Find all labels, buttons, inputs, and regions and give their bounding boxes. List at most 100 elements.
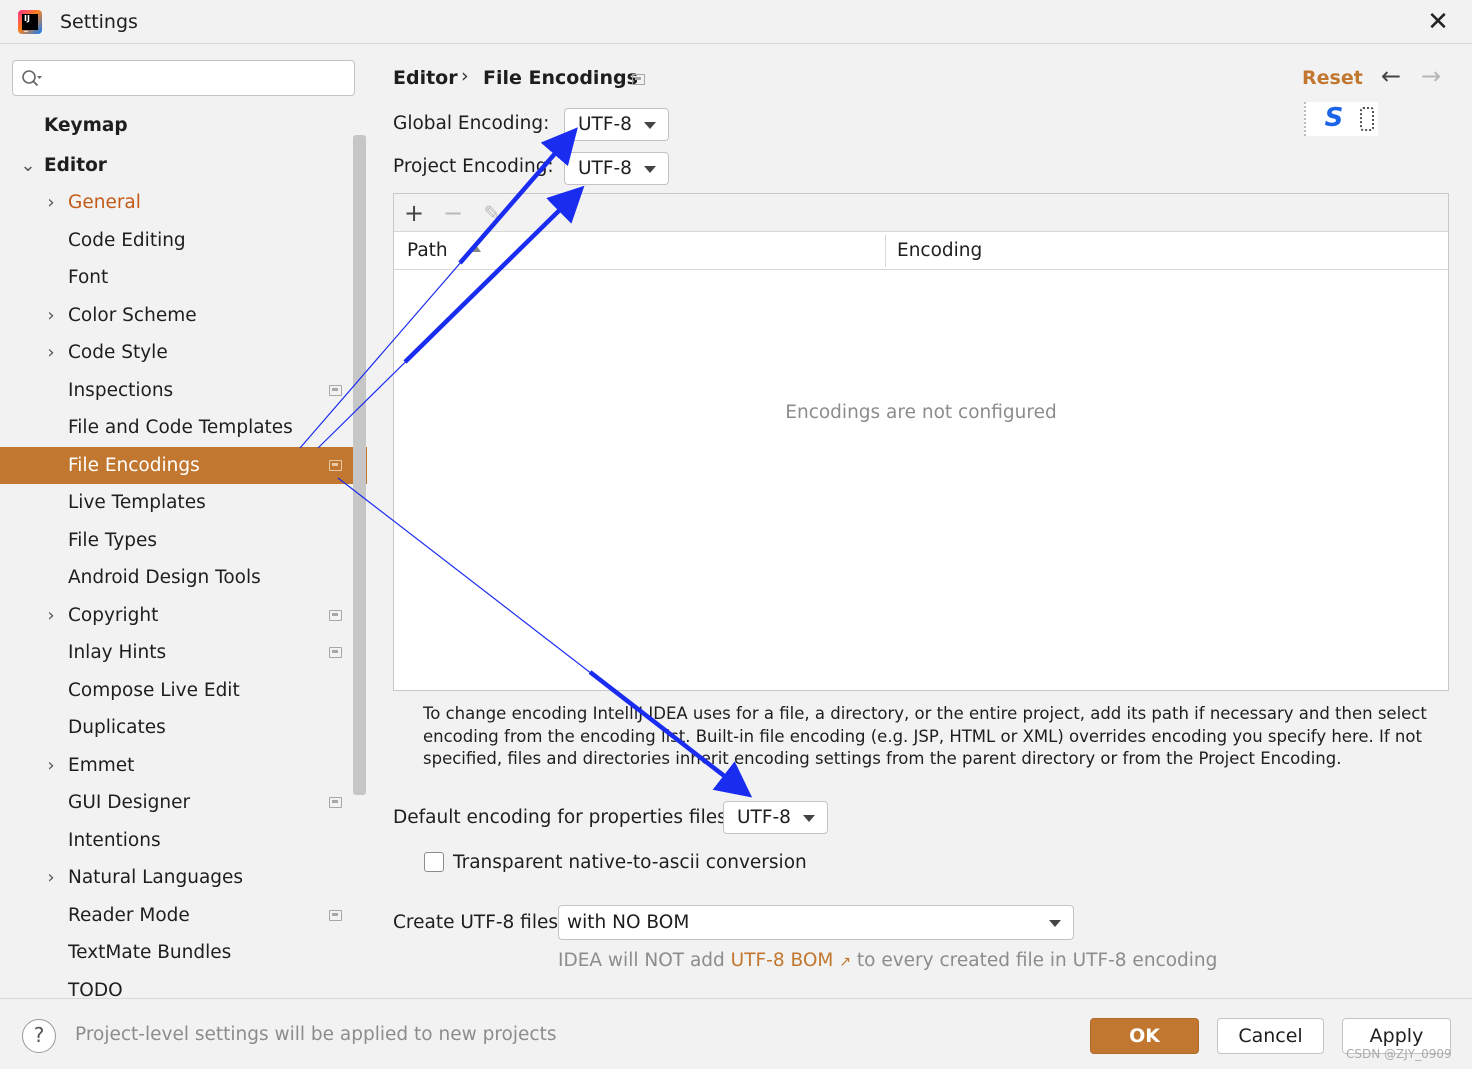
plus-icon[interactable]: + (400, 198, 428, 228)
properties-encoding-label: Default encoding for properties files: (393, 807, 733, 828)
sort-ascending-icon (471, 245, 481, 252)
sidebar-item-font[interactable]: Font (0, 259, 367, 296)
native-to-ascii-label[interactable]: Transparent native-to-ascii conversion (453, 852, 807, 873)
chevron-right-icon[interactable]: › (41, 747, 61, 784)
ime-toolbar[interactable]: S (1304, 102, 1378, 136)
sidebar-item-label: Live Templates (68, 492, 206, 513)
create-utf8-value: with NO BOM (567, 912, 690, 933)
sidebar-item-code-style[interactable]: › Code Style (0, 334, 367, 371)
reset-link[interactable]: Reset (1302, 67, 1363, 89)
project-encoding-select[interactable]: UTF-8 (564, 152, 669, 185)
project-scope-icon (329, 797, 342, 808)
sidebar-item-live-templates[interactable]: Live Templates (0, 484, 367, 521)
global-encoding-select[interactable]: UTF-8 (564, 108, 669, 141)
column-header-label: Path (407, 240, 448, 261)
cancel-button[interactable]: Cancel (1217, 1018, 1324, 1054)
sidebar-item-label: File Types (68, 530, 157, 551)
sidebar-item-label: Color Scheme (68, 305, 197, 326)
sidebar-item-label: File and Code Templates (68, 417, 293, 438)
chevron-right-icon[interactable]: › (41, 334, 61, 371)
sidebar-item-label: TODO (68, 980, 123, 998)
column-header-encoding[interactable]: Encoding (897, 232, 1437, 270)
close-icon[interactable]: ✕ (1424, 8, 1452, 36)
global-encoding-value: UTF-8 (578, 114, 632, 135)
arrow-right-icon[interactable]: → (1421, 62, 1441, 90)
sidebar-item-file-and-code-templates[interactable]: File and Code Templates (0, 409, 367, 446)
sidebar-scrollbar[interactable] (353, 135, 366, 795)
sidebar-item-label: Inspections (68, 380, 174, 401)
column-header-label: Encoding (897, 240, 983, 261)
project-scope-icon (329, 647, 342, 658)
encoding-help-text: To change encoding IntelliJ IDEA uses fo… (423, 704, 1427, 768)
sidebar-item-label: Emmet (68, 755, 135, 776)
sidebar-item-label: Copyright (68, 605, 159, 626)
sidebar-item-intentions[interactable]: Intentions (0, 822, 367, 859)
sidebar-item-label: Android Design Tools (68, 567, 261, 588)
page-title: File Encodings (483, 67, 638, 89)
sidebar-item-gui-designer[interactable]: GUI Designer (0, 784, 367, 821)
chevron-down-icon[interactable]: ⌄ (18, 147, 38, 184)
chevron-right-icon[interactable]: › (41, 297, 61, 334)
sidebar-item-inlay-hints[interactable]: Inlay Hints (0, 634, 367, 671)
pencil-icon[interactable]: ✎ (478, 198, 506, 228)
sidebar-item-editor[interactable]: ⌄ Editor (0, 147, 367, 184)
column-divider[interactable] (885, 235, 886, 267)
ok-button[interactable]: OK (1090, 1018, 1199, 1054)
sidebar-item-emmet[interactable]: › Emmet (0, 747, 367, 784)
sidebar-item-android-design-tools[interactable]: Android Design Tools (0, 559, 367, 596)
search-input[interactable] (49, 65, 344, 91)
sidebar-item-textmate-bundles[interactable]: TextMate Bundles (0, 934, 367, 971)
dropdown-caret-icon (644, 122, 656, 129)
properties-encoding-select[interactable]: UTF-8 (723, 801, 828, 834)
sidebar-item-natural-languages[interactable]: › Natural Languages (0, 859, 367, 896)
sidebar-item-label: Editor (44, 155, 107, 176)
breadcrumb-parent[interactable]: Editor (393, 67, 458, 89)
create-utf8-label: Create UTF-8 files: (393, 912, 565, 933)
sidebar-item-label: GUI Designer (68, 792, 191, 813)
sidebar-item-duplicates[interactable]: Duplicates (0, 709, 367, 746)
sidebar-item-todo[interactable]: TODO (0, 972, 367, 998)
sidebar-item-color-scheme[interactable]: › Color Scheme (0, 297, 367, 334)
project-scope-icon (329, 460, 342, 471)
sogou-ime-icon[interactable]: S (1320, 104, 1348, 132)
fullscreen-icon[interactable] (1360, 107, 1374, 131)
sidebar-item-label: Font (68, 267, 109, 288)
utf8-bom-link[interactable]: UTF-8 BOM ↗ (731, 950, 851, 971)
bom-note-suffix: to every created file in UTF-8 encoding (856, 950, 1218, 971)
chevron-right-icon[interactable]: › (41, 184, 61, 221)
table-toolbar: + − ✎ (394, 194, 1448, 232)
sidebar-item-code-editing[interactable]: Code Editing (0, 222, 367, 259)
search-box[interactable] (12, 60, 355, 96)
search-icon (22, 70, 42, 87)
bom-note: IDEA will NOT add UTF-8 BOM ↗ to every c… (558, 950, 1217, 971)
breadcrumb-separator-icon: › (461, 65, 469, 87)
sidebar-item-file-encodings[interactable]: File Encodings (0, 447, 367, 484)
project-scope-icon (632, 74, 645, 85)
dialog-footer: ? Project-level settings will be applied… (0, 998, 1472, 1069)
sidebar-item-label: Inlay Hints (68, 642, 167, 663)
arrow-left-icon[interactable]: ← (1381, 62, 1401, 90)
chevron-right-icon[interactable]: › (41, 597, 61, 634)
sidebar-item-general[interactable]: › General (0, 184, 367, 221)
sidebar-item-keymap[interactable]: Keymap (0, 107, 367, 144)
settings-sidebar: Keymap ⌄ Editor › General Code Editing F… (0, 45, 367, 998)
project-encoding-label: Project Encoding: (393, 156, 554, 177)
sidebar-item-inspections[interactable]: Inspections (0, 372, 367, 409)
global-encoding-label: Global Encoding: (393, 113, 550, 134)
column-header-path[interactable]: Path (407, 232, 877, 270)
sidebar-item-label: General (68, 192, 141, 213)
chevron-right-icon[interactable]: › (41, 859, 61, 896)
dropdown-caret-icon (1049, 920, 1061, 927)
sidebar-item-compose-live-edit[interactable]: Compose Live Edit (0, 672, 367, 709)
sidebar-item-copyright[interactable]: › Copyright (0, 597, 367, 634)
sidebar-item-label: TextMate Bundles (68, 942, 232, 963)
native-to-ascii-checkbox[interactable] (424, 852, 444, 872)
sidebar-item-file-types[interactable]: File Types (0, 522, 367, 559)
title-bar: IJ _ Settings ✕ (0, 0, 1472, 44)
sidebar-item-label: Reader Mode (68, 905, 190, 926)
create-utf8-select[interactable]: with NO BOM (558, 905, 1074, 940)
minus-icon[interactable]: − (439, 198, 467, 228)
help-button[interactable]: ? (22, 1019, 56, 1053)
project-scope-icon (329, 385, 342, 396)
sidebar-item-reader-mode[interactable]: Reader Mode (0, 897, 367, 934)
